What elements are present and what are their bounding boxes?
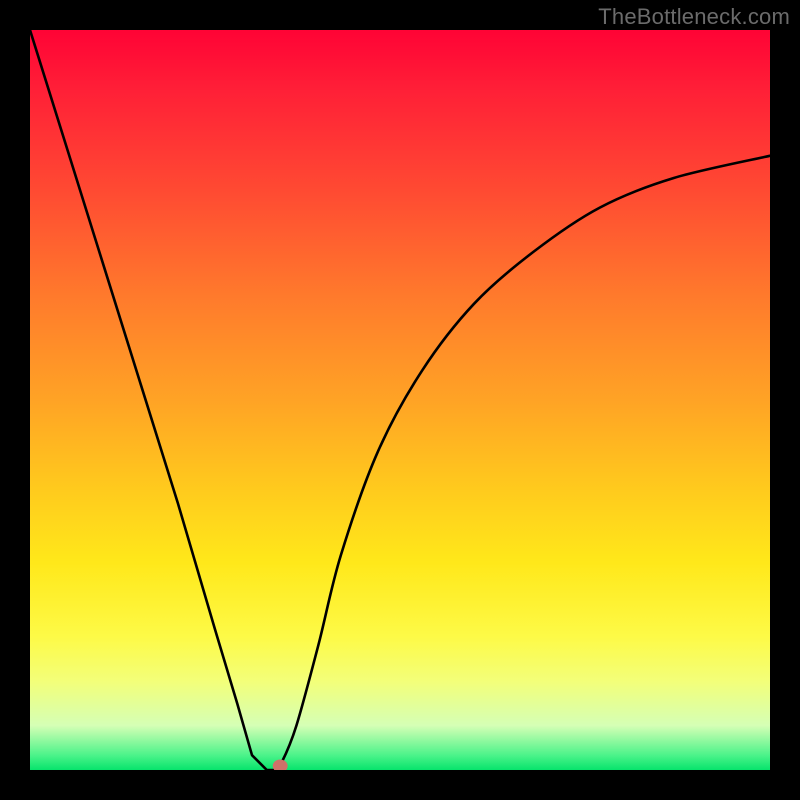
- plot-area: [30, 30, 770, 770]
- chart-frame: TheBottleneck.com: [0, 0, 800, 800]
- bottleneck-curve-path: [30, 30, 770, 770]
- minimum-marker: [273, 760, 288, 771]
- curve-svg: [30, 30, 770, 770]
- attribution-label: TheBottleneck.com: [598, 4, 790, 30]
